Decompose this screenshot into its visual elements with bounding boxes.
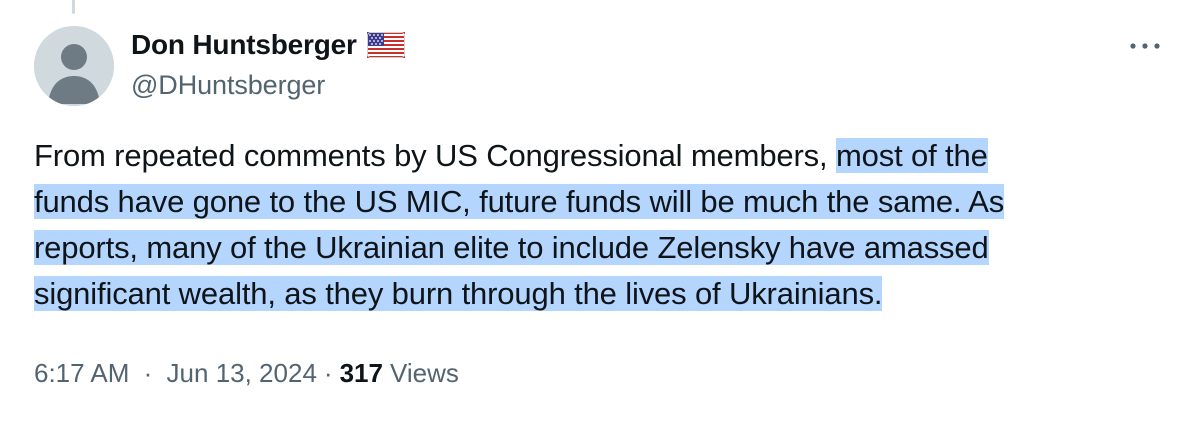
- tweet-metadata: 6:17 AM · Jun 13, 2024 · 317 Views: [34, 358, 459, 389]
- views-count: 317: [339, 358, 383, 388]
- tweet-text-selected-3: reports, many of the Ukrainian elite to …: [34, 230, 989, 265]
- tweet-card: Don Huntsberger @DHuntsberger From repea…: [0, 0, 1200, 428]
- more-horizontal-icon: [1130, 43, 1160, 49]
- tweet-text: From repeated comments by US Congression…: [34, 133, 1164, 317]
- separator-dot: ·: [323, 358, 333, 388]
- tweet-text-selected-1: most of the: [835, 138, 988, 173]
- thread-connector-line: [72, 0, 75, 14]
- tweet-text-selected-4: significant wealth, as they burn through…: [34, 276, 883, 311]
- tweet-text-selected-2: funds have gone to the US MIC, future fu…: [34, 184, 1005, 219]
- tweet-date: Jun 13, 2024: [166, 358, 317, 388]
- name-row: Don Huntsberger: [131, 26, 405, 64]
- separator-dot: ·: [143, 358, 153, 388]
- views-label: Views: [389, 358, 459, 388]
- views-link[interactable]: 317 Views: [340, 358, 459, 389]
- tweet-text-plain: From repeated comments by US Congression…: [34, 138, 836, 173]
- default-avatar-icon: [34, 26, 114, 106]
- avatar[interactable]: [34, 26, 114, 106]
- tweet-header: Don Huntsberger @DHuntsberger: [131, 26, 405, 101]
- user-handle[interactable]: @DHuntsberger: [131, 70, 405, 101]
- tweet-time: 6:17 AM: [34, 358, 130, 388]
- more-options-button[interactable]: [1128, 36, 1162, 56]
- us-flag-icon: [366, 32, 405, 58]
- display-name[interactable]: Don Huntsberger: [131, 29, 357, 61]
- timestamp-link[interactable]: 6:17 AM · Jun 13, 2024: [34, 358, 317, 389]
